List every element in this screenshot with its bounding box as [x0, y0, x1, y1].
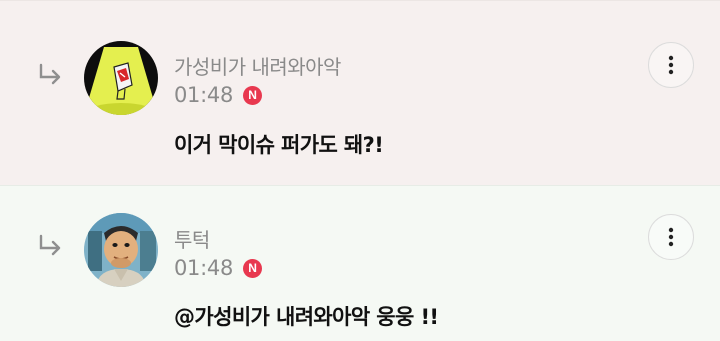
meta-row: 01:48 N	[174, 256, 263, 280]
reply-comment: 가성비가 내려와아악 01:48 N 이거 막이슈 퍼가도 돼?!	[0, 0, 720, 185]
more-vertical-icon	[668, 227, 674, 247]
meta-row: 01:48 N	[174, 83, 263, 107]
username[interactable]: 투턱	[174, 224, 210, 253]
reply-arrow-icon	[39, 63, 61, 85]
new-badge: N	[243, 258, 263, 278]
comment-text: 이거 막이슈 퍼가도 돼?!	[174, 133, 384, 157]
timestamp: 01:48	[174, 256, 234, 280]
new-badge: N	[243, 85, 263, 105]
avatar[interactable]	[84, 41, 158, 115]
avatar[interactable]	[84, 213, 158, 287]
reply-arrow-icon	[39, 234, 61, 256]
more-vertical-icon	[668, 55, 674, 75]
more-options-button[interactable]	[648, 214, 694, 260]
cartoon-character-avatar-icon	[84, 213, 158, 287]
yellow-lamp-avatar-icon	[84, 41, 158, 115]
timestamp: 01:48	[174, 83, 234, 107]
reply-comment: 투턱 01:48 N @가성비가 내려와아악 웅웅 !!	[0, 185, 720, 341]
more-options-button[interactable]	[648, 42, 694, 88]
comment-text: @가성비가 내려와아악 웅웅 !!	[174, 305, 439, 329]
comment-thread: 가성비가 내려와아악 01:48 N 이거 막이슈 퍼가도 돼?! 투턱 01:…	[0, 0, 720, 341]
username[interactable]: 가성비가 내려와아악	[174, 51, 341, 80]
